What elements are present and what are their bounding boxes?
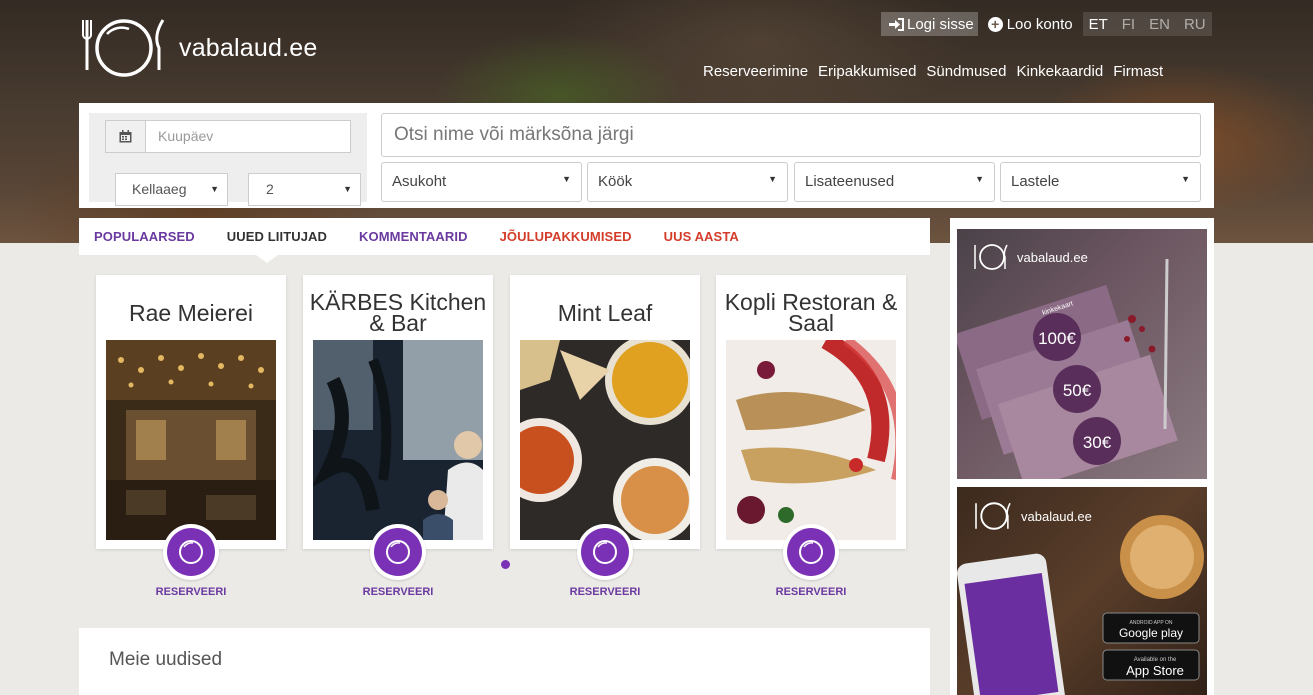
search-placeholder: Otsi nime või märksõna järgi bbox=[394, 124, 634, 145]
gift-cards-art: 100€ 50€ 30€ kinkekaart bbox=[957, 258, 1178, 479]
booking-box: Kuupäev Kellaaeg ▼ 2 ▼ bbox=[89, 113, 367, 206]
extras-label: Lisateenused bbox=[805, 173, 895, 190]
kids-select[interactable]: Lastele ▼ bbox=[1000, 162, 1201, 202]
lang-en[interactable]: EN bbox=[1149, 16, 1170, 33]
time-select-label: Kellaaeg bbox=[132, 181, 187, 197]
calendar-icon bbox=[119, 130, 132, 143]
login-label: Logi sisse bbox=[907, 15, 974, 33]
mobile-app-banner[interactable]: vabalaud.ee ANDROID APP ON Google play A… bbox=[957, 487, 1207, 695]
kids-label: Lastele bbox=[1011, 173, 1060, 190]
restaurant-showcase: POPULAARSED UUED LIITUJAD KOMMENTAARID J… bbox=[79, 218, 930, 598]
restaurant-photo bbox=[726, 340, 896, 540]
restaurant-photo bbox=[313, 340, 483, 540]
caret-down-icon: ▼ bbox=[343, 184, 352, 194]
calendar-button[interactable] bbox=[106, 121, 146, 152]
location-label: Asukoht bbox=[392, 173, 447, 190]
reserve-button[interactable] bbox=[577, 524, 633, 580]
reserve-label[interactable]: RESERVEERI bbox=[751, 586, 871, 598]
restaurant-photo bbox=[520, 340, 690, 540]
restaurant-card[interactable]: Rae Meierei bbox=[96, 275, 286, 549]
google-play-label: Google play bbox=[1119, 626, 1183, 640]
sidebar: vabalaud.ee 100€ 50€ 30€ kinkekaart vaba… bbox=[950, 218, 1214, 695]
party-size-select[interactable]: 2 ▼ bbox=[248, 173, 361, 206]
restaurant-card[interactable]: KÄRBES Kitchen & Bar bbox=[303, 275, 493, 549]
amount-50: 50€ bbox=[1063, 381, 1092, 400]
restaurant-card[interactable]: Kopli Restoran & Saal bbox=[716, 275, 906, 549]
tab-joulupakkumised[interactable]: JÕULUPAKKUMISED bbox=[500, 229, 632, 244]
news-heading: Meie uudised bbox=[109, 649, 223, 670]
app-store-label: App Store bbox=[1126, 663, 1184, 678]
restaurant-name: KÄRBES Kitchen & Bar bbox=[309, 289, 487, 336]
reserve-label[interactable]: RESERVEERI bbox=[545, 586, 665, 598]
tab-populaarsed[interactable]: POPULAARSED bbox=[94, 229, 195, 244]
login-icon bbox=[889, 17, 904, 31]
reserve-label[interactable]: RESERVEERI bbox=[338, 586, 458, 598]
amount-30: 30€ bbox=[1083, 433, 1112, 452]
signup-label: Loo konto bbox=[1006, 15, 1073, 33]
site-logo[interactable]: vabalaud.ee bbox=[79, 12, 317, 84]
app-promo-art: ANDROID APP ON Google play Available on … bbox=[957, 515, 1204, 695]
plate-logo-icon bbox=[82, 19, 165, 77]
account-bar: Logi sisse + Loo konto ET FI EN RU bbox=[881, 12, 1212, 36]
restaurant-name: Rae Meierei bbox=[129, 299, 253, 326]
plate-icon bbox=[593, 540, 617, 564]
carousel-dot[interactable] bbox=[501, 560, 510, 569]
reserve-button[interactable] bbox=[783, 524, 839, 580]
lang-et[interactable]: ET bbox=[1089, 16, 1108, 33]
extras-select[interactable]: Lisateenused ▼ bbox=[794, 162, 995, 202]
nav-eripakkumised[interactable]: Eripakkumised bbox=[818, 63, 916, 80]
restaurant-name: Kopli Restoran & Saal bbox=[724, 289, 898, 336]
restaurant-photo bbox=[106, 340, 276, 540]
tab-uued-liitujad[interactable]: UUED LIITUJAD bbox=[227, 229, 327, 244]
party-size-value: 2 bbox=[266, 181, 274, 197]
time-select[interactable]: Kellaaeg ▼ bbox=[115, 173, 228, 206]
language-switcher: ET FI EN RU bbox=[1082, 12, 1212, 36]
search-panel: Kuupäev Kellaaeg ▼ 2 ▼ Otsi nime või mär… bbox=[79, 103, 1214, 208]
lang-ru[interactable]: RU bbox=[1184, 16, 1206, 33]
caret-down-icon: ▼ bbox=[1181, 174, 1190, 184]
search-input[interactable]: Otsi nime või märksõna järgi bbox=[381, 113, 1201, 157]
nav-firmast[interactable]: Firmast bbox=[1113, 63, 1163, 80]
caret-down-icon: ▼ bbox=[562, 174, 571, 184]
cuisine-select[interactable]: Köök ▼ bbox=[587, 162, 788, 202]
plate-icon bbox=[799, 540, 823, 564]
active-tab-pointer bbox=[256, 255, 278, 263]
reserve-button[interactable] bbox=[370, 524, 426, 580]
plate-icon bbox=[179, 540, 203, 564]
restaurant-name: Mint Leaf bbox=[557, 299, 653, 326]
login-button[interactable]: Logi sisse bbox=[881, 12, 978, 36]
main-nav: Reserveerimine Eripakkumised Sündmused K… bbox=[703, 63, 1163, 80]
reserve-label[interactable]: RESERVEERI bbox=[131, 586, 251, 598]
nav-reserveerimine[interactable]: Reserveerimine bbox=[703, 63, 808, 80]
plate-icon bbox=[386, 540, 410, 564]
plus-circle-icon: + bbox=[987, 16, 1003, 32]
caret-down-icon: ▼ bbox=[768, 174, 777, 184]
nav-kinkekaardid[interactable]: Kinkekaardid bbox=[1016, 63, 1103, 80]
category-tabs: POPULAARSED UUED LIITUJAD KOMMENTAARID J… bbox=[79, 218, 930, 255]
signup-button[interactable]: + Loo konto bbox=[987, 15, 1073, 33]
caret-down-icon: ▼ bbox=[210, 184, 219, 194]
reserve-button[interactable] bbox=[163, 524, 219, 580]
date-field[interactable]: Kuupäev bbox=[105, 120, 351, 153]
gift-card-banner[interactable]: vabalaud.ee 100€ 50€ 30€ kinkekaart bbox=[957, 229, 1207, 479]
location-select[interactable]: Asukoht ▼ bbox=[381, 162, 582, 202]
lang-fi[interactable]: FI bbox=[1122, 16, 1135, 33]
cuisine-label: Köök bbox=[598, 173, 633, 190]
caret-down-icon: ▼ bbox=[975, 174, 984, 184]
tab-kommentaarid[interactable]: KOMMENTAARID bbox=[359, 229, 468, 244]
date-placeholder: Kuupäev bbox=[158, 128, 214, 144]
amount-100: 100€ bbox=[1038, 329, 1076, 348]
nav-syndmused[interactable]: Sündmused bbox=[926, 63, 1006, 80]
restaurant-card[interactable]: Mint Leaf bbox=[510, 275, 700, 549]
tab-uus-aasta[interactable]: UUS AASTA bbox=[664, 229, 739, 244]
brand-name: vabalaud.ee bbox=[179, 33, 318, 62]
news-section: Meie uudised bbox=[79, 628, 930, 695]
